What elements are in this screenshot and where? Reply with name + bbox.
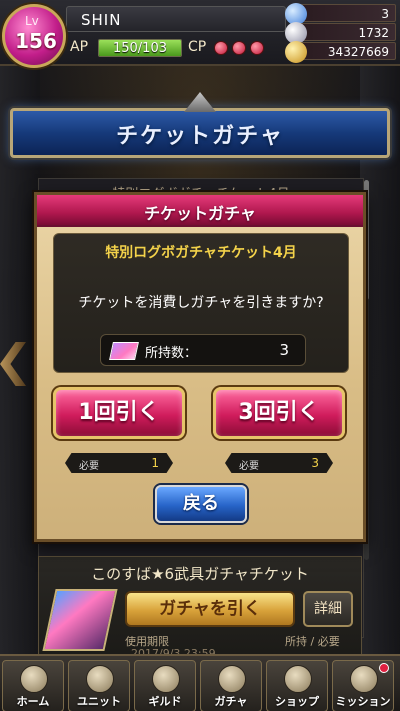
back-button[interactable]: 戻る xyxy=(155,485,247,523)
level-value: 156 xyxy=(15,29,57,53)
cp-point xyxy=(232,41,246,55)
nav-label: ホーム xyxy=(16,695,50,708)
required-once-row: 必要 1 xyxy=(65,453,173,473)
required-three-row: 必要 3 xyxy=(225,453,333,473)
nav-item-home[interactable]: ホーム xyxy=(2,660,64,711)
bottom-nav: ホーム ユニット ギルド ガチャ ショップ ミッション xyxy=(0,654,400,711)
resource-medals[interactable]: 1732 xyxy=(285,22,396,44)
dialog-title: チケットガチャ xyxy=(144,204,256,223)
ap-value: 150/103 xyxy=(112,41,167,56)
ap-label: AP xyxy=(70,39,89,55)
resource-coins[interactable]: 34327669 xyxy=(285,41,396,63)
required-once-value: 1 xyxy=(151,456,159,470)
page-title: チケットガチャ xyxy=(116,124,284,149)
medal-count: 1732 xyxy=(358,26,389,40)
cp-label: CP xyxy=(188,39,207,55)
required-label: 必要 xyxy=(79,461,99,472)
owned-value: 3 xyxy=(279,341,289,359)
unit-icon xyxy=(86,665,114,693)
ticket-thumbnail xyxy=(42,589,118,651)
guild-icon xyxy=(152,665,180,693)
required-three-value: 3 xyxy=(311,456,319,470)
level-badge[interactable]: Lv 156 xyxy=(2,4,66,68)
dialog-body: 特別ログボガチャチケット4月 チケットを消費しガチャを引きますか? 所持数： 3… xyxy=(37,227,363,539)
detail-button[interactable]: 詳細 xyxy=(303,591,353,627)
owned-count-box: 所持数： 3 xyxy=(100,334,306,366)
ticket-name: 特別ログボガチャチケット4月 xyxy=(105,245,297,261)
home-icon xyxy=(20,665,48,693)
nav-label: ショップ xyxy=(275,695,319,708)
nav-label: ガチャ xyxy=(214,695,248,708)
shop-icon xyxy=(284,665,312,693)
nav-item-mission[interactable]: ミッション xyxy=(332,660,394,711)
draw-three-button[interactable]: 3回引く xyxy=(213,387,345,439)
ticket-icon xyxy=(109,342,139,360)
ticket-info-box: 特別ログボガチャチケット4月 チケットを消費しガチャを引きますか? 所持数： 3 xyxy=(53,233,349,373)
dialog-header: チケットガチャ xyxy=(37,195,363,227)
player-name: SHIN xyxy=(81,11,122,29)
owned-label: 所持数： xyxy=(145,346,198,361)
coin-icon xyxy=(285,41,307,63)
nav-label: ギルド xyxy=(148,695,182,708)
cp-point xyxy=(214,41,228,55)
gacha-icon xyxy=(218,665,246,693)
nav-label: ユニット xyxy=(77,695,121,708)
coin-count: 34327669 xyxy=(327,45,389,59)
ticket-gacha-dialog: チケットガチャ 特別ログボガチャチケット4月 チケットを消費しガチャを引きますか… xyxy=(34,192,366,542)
confirm-question: チケットを消費しガチャを引きますか? xyxy=(78,295,324,311)
nav-label: ミッション xyxy=(335,695,391,708)
mission-icon xyxy=(350,665,378,693)
nav-item-shop[interactable]: ショップ xyxy=(266,660,328,711)
nav-item-unit[interactable]: ユニット xyxy=(68,660,130,711)
list-item: このすば★6武具ガチャチケット ガチャを引く 詳細 使用期限 所持 / 必要 2… xyxy=(38,556,362,660)
gem-count: 3 xyxy=(381,7,389,21)
cp-point xyxy=(250,41,264,55)
required-label: 必要 xyxy=(239,461,259,472)
page-title-banner: チケットガチャ xyxy=(4,92,396,168)
nav-item-guild[interactable]: ギルド xyxy=(134,660,196,711)
ap-bar: 150/103 xyxy=(98,39,182,57)
notification-badge xyxy=(379,663,389,673)
card-title: このすば★6武具ガチャチケット xyxy=(91,565,309,583)
owned-required-label: 所持 / 必要 xyxy=(285,635,340,648)
player-name-plate: SHIN xyxy=(66,6,286,32)
draw-gacha-button[interactable]: ガチャを引く xyxy=(125,591,295,627)
nav-item-gacha[interactable]: ガチャ xyxy=(200,660,262,711)
draw-once-button[interactable]: 1回引く xyxy=(53,387,185,439)
level-label: Lv xyxy=(25,14,39,28)
resource-gems[interactable]: 3 xyxy=(285,3,396,25)
